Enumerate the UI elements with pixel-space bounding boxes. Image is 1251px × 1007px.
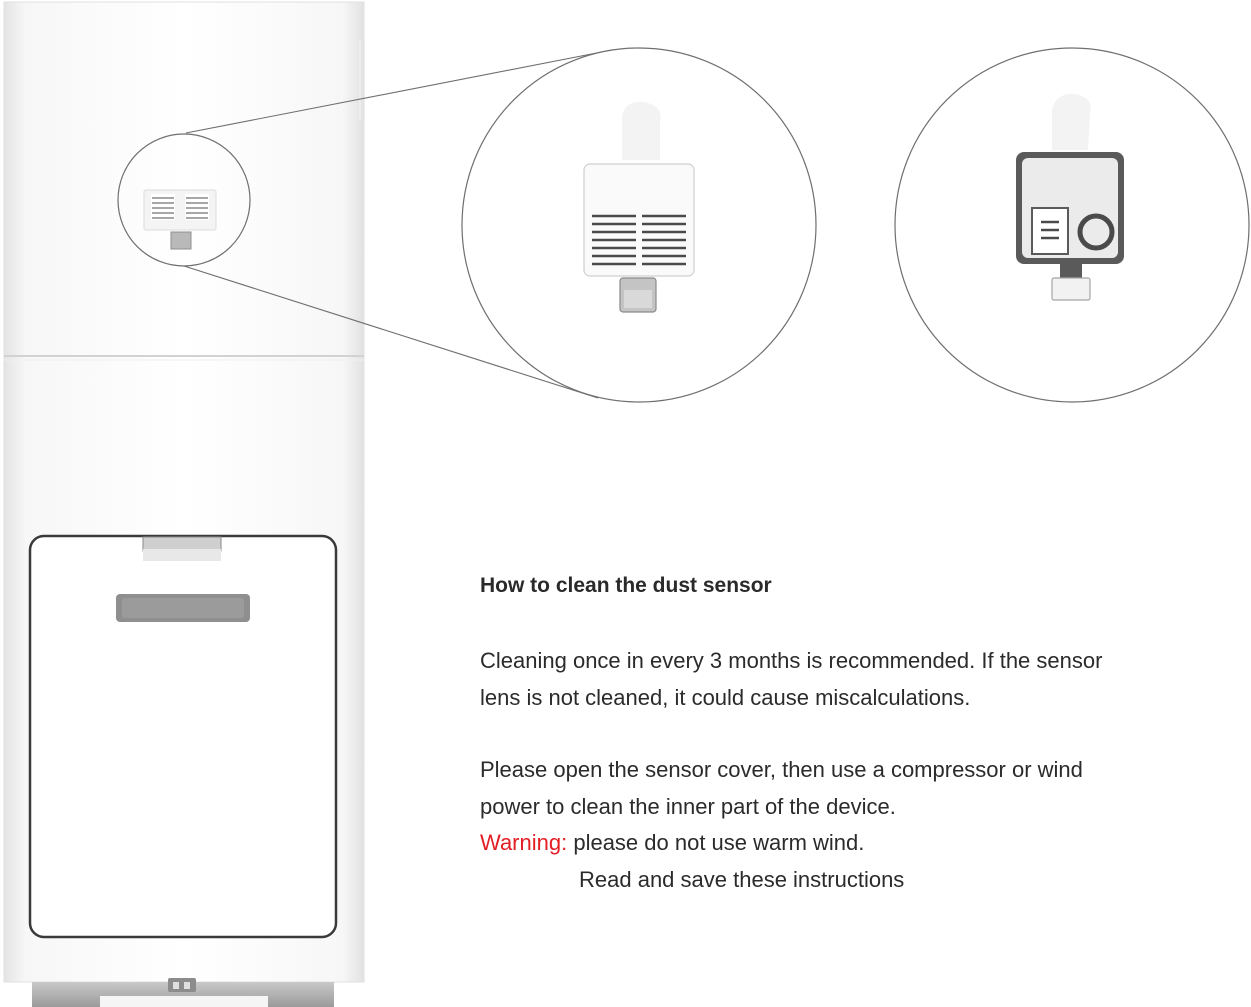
sensor-open-detail bbox=[894, 47, 1250, 403]
cleaning-frequency-paragraph: Cleaning once in every 3 months is recom… bbox=[480, 643, 1180, 716]
paragraph1-line1: Cleaning once in every 3 months is recom… bbox=[480, 648, 1103, 673]
filter-door bbox=[28, 534, 338, 939]
instructions-panel: How to clean the dust sensor Cleaning on… bbox=[480, 566, 1180, 898]
paragraph2-line1: Please open the sensor cover, then use a… bbox=[480, 757, 1083, 782]
warning-label: Warning: bbox=[480, 830, 568, 855]
paragraph1-line2: lens is not cleaned, it could cause misc… bbox=[480, 684, 971, 710]
cleaning-method-paragraph: Please open the sensor cover, then use a… bbox=[480, 752, 1180, 898]
device-base bbox=[32, 978, 334, 1007]
paragraph2-line2: power to clean the inner part of the dev… bbox=[480, 793, 896, 819]
instructions-title: How to clean the dust sensor bbox=[480, 574, 772, 597]
warning-text: please do not use warm wind. bbox=[567, 830, 865, 855]
closing-note: Read and save these instructions bbox=[579, 866, 905, 892]
sensor-cover-closed-detail bbox=[461, 47, 817, 403]
